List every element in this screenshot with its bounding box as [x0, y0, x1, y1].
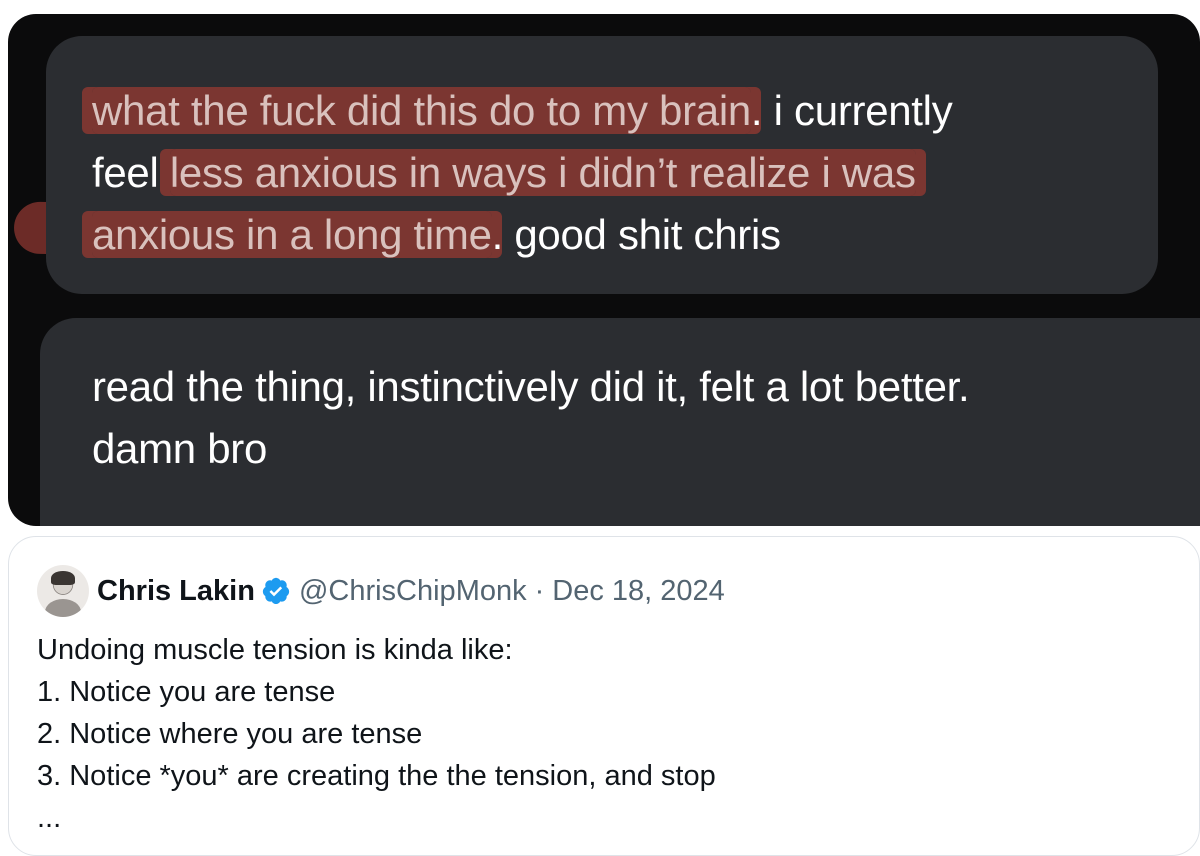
highlighted-text: what the fuck did this do to my brain — [92, 87, 751, 134]
tweet-line: 3. Notice *you* are creating the the ten… — [37, 760, 716, 792]
author-name[interactable]: Chris Lakin — [97, 575, 255, 608]
message-line: damn bro — [92, 425, 268, 472]
message-text-segment: feel — [92, 149, 170, 196]
message-line: read the thing, instinctively did it, fe… — [92, 363, 970, 410]
separator-dot: · — [534, 574, 545, 607]
author-handle[interactable]: @ChrisChipMonk — [299, 575, 527, 608]
tweet-header: Chris Lakin @ChrisChipMonk · Dec 18, 202… — [97, 571, 725, 611]
message-text: read the thing, instinctively did it, fe… — [92, 356, 1170, 480]
tweet-date[interactable]: Dec 18, 2024 — [552, 575, 725, 608]
message-bubble-2: read the thing, instinctively did it, fe… — [40, 318, 1200, 526]
verified-badge-icon — [262, 577, 290, 605]
highlighted-text: less anxious in ways i didn’t realize i … — [169, 149, 916, 196]
quoted-tweet-card[interactable]: Chris Lakin @ChrisChipMonk · Dec 18, 202… — [8, 536, 1200, 856]
tweet-ellipsis: ... — [37, 802, 62, 834]
message-bubble-1: what the fuck did this do to my brain. i… — [46, 36, 1158, 294]
message-text-segment: . i currently — [750, 87, 953, 134]
message-text-segment: . good shit chris — [491, 211, 781, 258]
highlighted-text: anxious in a long time — [92, 211, 492, 258]
tweet-line: Undoing muscle tension is kinda like: — [37, 634, 513, 666]
avatar[interactable] — [37, 565, 89, 617]
tweet-line: 2. Notice where you are tense — [37, 718, 423, 750]
message-text: what the fuck did this do to my brain. i… — [92, 80, 1128, 266]
tweet-body: Undoing muscle tension is kinda like: 1.… — [37, 629, 1167, 839]
tweet-line: 1. Notice you are tense — [37, 676, 336, 708]
